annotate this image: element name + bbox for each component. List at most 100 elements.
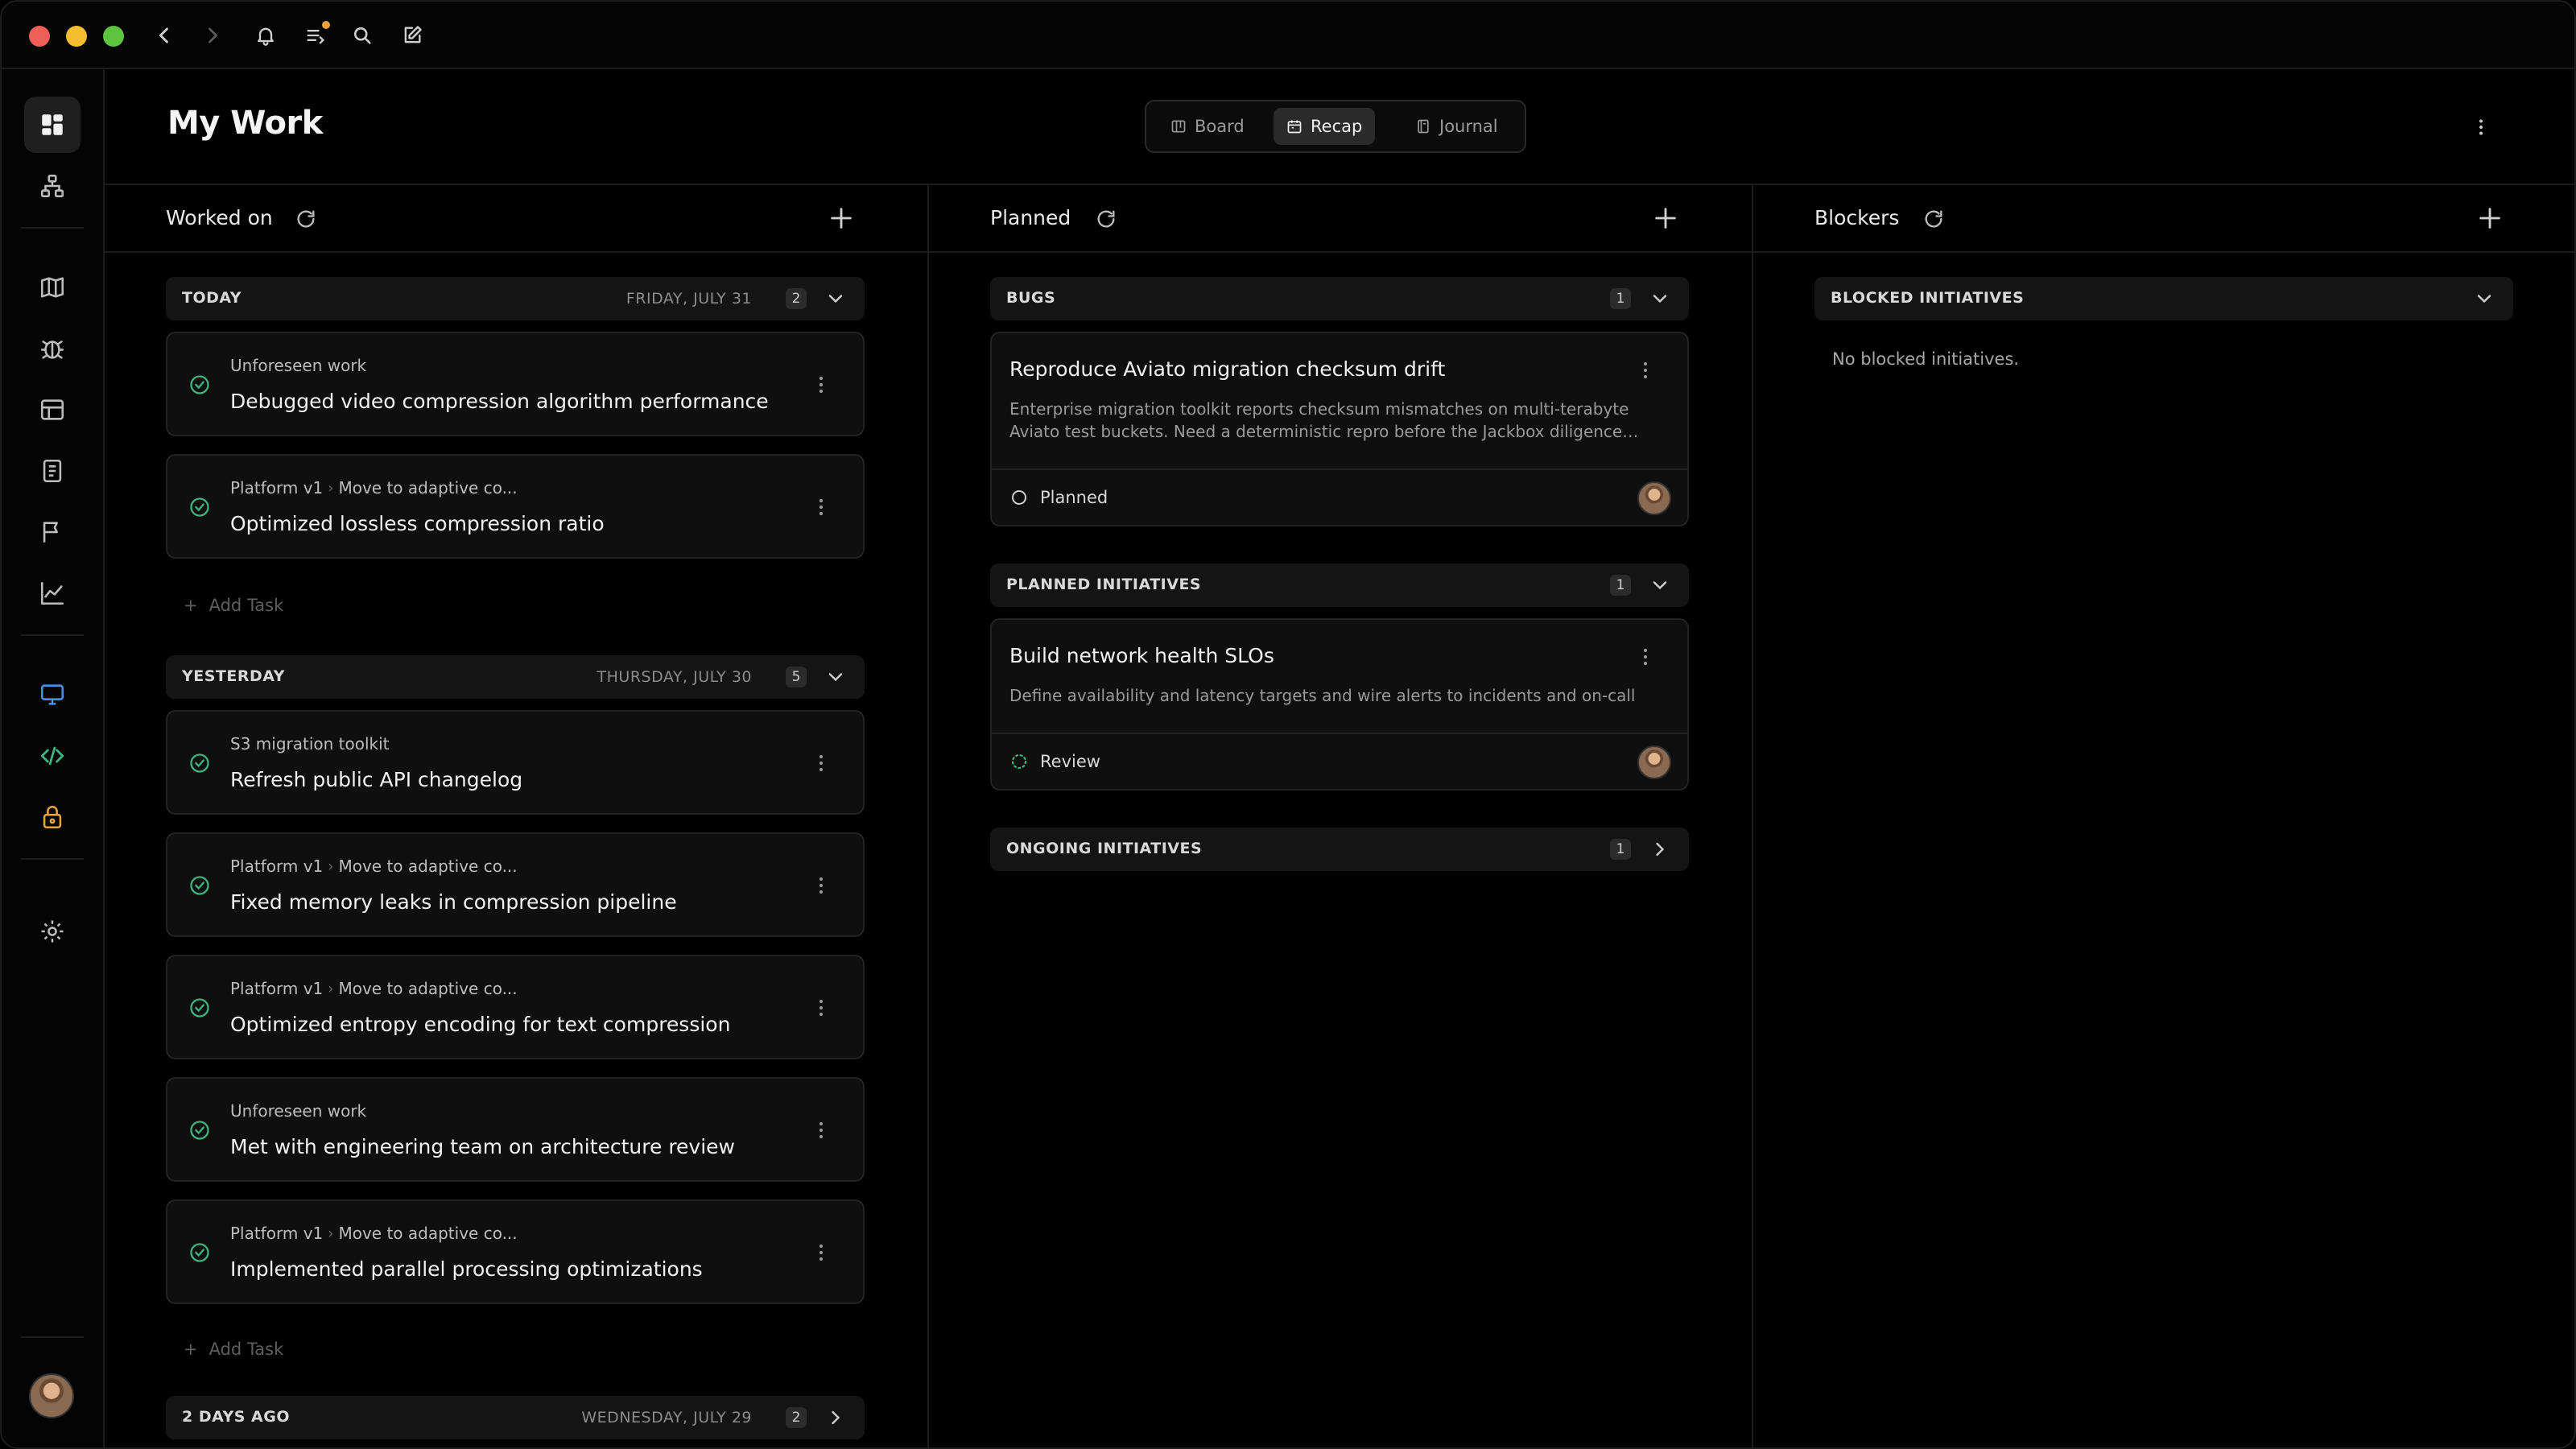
more-vertical-icon[interactable]: [808, 750, 834, 776]
task-title: Implemented parallel processing optimiza…: [230, 1257, 703, 1281]
task-card[interactable]: Unforeseen work Met with engineering tea…: [166, 1077, 865, 1182]
group-header-blocked-initiatives[interactable]: BLOCKED INITIATIVES: [1814, 277, 2513, 320]
sidebar-item-my-work[interactable]: [24, 97, 80, 153]
chevron-down-icon[interactable]: [824, 287, 847, 310]
group-header-2-days-ago[interactable]: 2 DAYS AGO WEDNESDAY, JULY 29 2: [166, 1396, 865, 1439]
task-card[interactable]: Platform v1 › Move to adaptive co... Optim…: [166, 955, 865, 1059]
group-header-planned-initiatives[interactable]: PLANNED INITIATIVES 1: [990, 564, 1689, 607]
status-chip[interactable]: Planned: [1009, 488, 1108, 507]
check-circle-icon[interactable]: [188, 1241, 211, 1264]
task-card[interactable]: Platform v1 › Move to adaptive co... Imple…: [166, 1199, 865, 1304]
tab-recap[interactable]: Recap: [1274, 108, 1376, 145]
group-header-today[interactable]: TODAY FRIDAY, JULY 31 2: [166, 277, 865, 320]
sidebar-item-roadmap[interactable]: [24, 259, 80, 316]
sidebar-item-releases[interactable]: [24, 382, 80, 438]
task-breadcrumb: Platform v1 › Move to adaptive co...: [230, 1224, 518, 1243]
inbox-button[interactable]: [299, 19, 332, 52]
group-header-ongoing-initiatives[interactable]: ONGOING INITIATIVES 1: [990, 828, 1689, 871]
plus-icon: +: [184, 1340, 198, 1359]
tab-journal[interactable]: Journal: [1402, 108, 1511, 145]
group-count-badge: 5: [786, 667, 807, 687]
more-vertical-icon[interactable]: [808, 372, 834, 398]
chevron-down-icon[interactable]: [824, 666, 847, 688]
sidebar-item-bugs[interactable]: [24, 320, 80, 377]
status-chip[interactable]: Review: [1009, 752, 1100, 771]
chevron-right-icon: ›: [328, 857, 334, 875]
minimize-window-button[interactable]: [66, 26, 87, 47]
sidebar-item-code[interactable]: [24, 728, 80, 784]
task-card[interactable]: S3 migration toolkit Refresh public API …: [166, 710, 865, 815]
chevron-left-icon: [159, 27, 168, 43]
check-circle-icon[interactable]: [188, 874, 211, 897]
bug-card[interactable]: Reproduce Aviato migration checksum drif…: [990, 332, 1689, 526]
check-circle-icon[interactable]: [188, 374, 211, 396]
more-vertical-icon[interactable]: [808, 873, 834, 898]
group-header-yesterday[interactable]: YESTERDAY THURSDAY, JULY 30 5: [166, 655, 865, 699]
more-vertical-icon[interactable]: [808, 1117, 834, 1143]
add-task-button[interactable]: + Add Task: [184, 596, 283, 615]
group-label: BUGS: [1006, 289, 1056, 307]
search-button[interactable]: [346, 19, 378, 52]
add-task-button[interactable]: + Add Task: [184, 1340, 283, 1359]
task-card[interactable]: Platform v1 › Move to adaptive co... Optim…: [166, 454, 865, 559]
forward-button[interactable]: [196, 19, 229, 52]
close-window-button[interactable]: [29, 26, 50, 47]
tab-board[interactable]: Board: [1158, 108, 1257, 145]
chevron-down-icon[interactable]: [1649, 574, 1671, 597]
bell-icon: [258, 27, 274, 46]
maximize-window-button[interactable]: [103, 26, 124, 47]
add-icon[interactable]: [1652, 204, 1679, 232]
refresh-icon[interactable]: [295, 208, 317, 230]
sidebar-divider: [21, 227, 84, 229]
card-footer: Planned: [992, 469, 1687, 525]
more-vertical-icon[interactable]: [808, 494, 834, 520]
task-card[interactable]: Unforeseen work Debugged video compressi…: [166, 332, 865, 436]
back-button[interactable]: [148, 19, 180, 52]
sidebar-item-desktop[interactable]: [24, 667, 80, 723]
chevron-down-icon[interactable]: [2473, 287, 2496, 310]
check-circle-icon[interactable]: [188, 752, 211, 774]
compose-button[interactable]: [396, 19, 428, 52]
group-label: 2 DAYS AGO: [182, 1408, 291, 1426]
check-circle-icon[interactable]: [188, 1119, 211, 1141]
page-more-button[interactable]: [2465, 111, 2497, 143]
add-icon[interactable]: [828, 204, 855, 232]
sidebar-item-launches[interactable]: [24, 504, 80, 560]
unread-badge: [322, 21, 330, 29]
column-header: Planned: [929, 185, 1752, 253]
map-icon: [40, 277, 64, 298]
sidebar-item-docs[interactable]: [24, 443, 80, 499]
add-icon[interactable]: [2476, 204, 2504, 232]
initiative-card[interactable]: Build network health SLOs Define availab…: [990, 618, 1689, 791]
notifications-button[interactable]: [250, 19, 282, 52]
check-circle-icon[interactable]: [188, 496, 211, 518]
user-avatar[interactable]: [29, 1373, 74, 1418]
more-vertical-icon[interactable]: [808, 1240, 834, 1265]
assignee-avatar[interactable]: [1637, 745, 1671, 779]
crumb-item: Platform v1: [230, 979, 324, 998]
task-title: Refresh public API changelog: [230, 768, 523, 791]
check-circle-icon[interactable]: [188, 997, 211, 1019]
assignee-avatar[interactable]: [1637, 481, 1671, 515]
chevron-right-icon: ›: [328, 1224, 334, 1242]
sidebar-item-secrets[interactable]: [24, 789, 80, 845]
sidebar-item-teams[interactable]: [24, 158, 80, 214]
task-card[interactable]: Platform v1 › Move to adaptive co... Fixed…: [166, 832, 865, 937]
sidebar-item-settings[interactable]: [24, 903, 80, 960]
more-vertical-icon[interactable]: [1633, 357, 1658, 383]
chevron-right-icon[interactable]: [1649, 838, 1671, 861]
task-breadcrumb: Unforeseen work: [230, 1101, 366, 1121]
card-description: Define availability and latency targets …: [1009, 686, 1636, 705]
tab-label: Board: [1195, 117, 1245, 136]
task-breadcrumb: Platform v1 › Move to adaptive co...: [230, 857, 518, 876]
more-vertical-icon[interactable]: [808, 995, 834, 1021]
sidebar-divider: [21, 634, 84, 636]
more-vertical-icon[interactable]: [1633, 644, 1658, 670]
chevron-down-icon[interactable]: [1649, 287, 1671, 310]
refresh-icon[interactable]: [1095, 208, 1117, 230]
chevron-right-icon[interactable]: [824, 1406, 847, 1429]
group-header-bugs[interactable]: BUGS 1: [990, 277, 1689, 320]
sidebar-divider: [21, 858, 84, 860]
sidebar-item-insights[interactable]: [24, 565, 80, 621]
refresh-icon[interactable]: [1922, 208, 1945, 230]
